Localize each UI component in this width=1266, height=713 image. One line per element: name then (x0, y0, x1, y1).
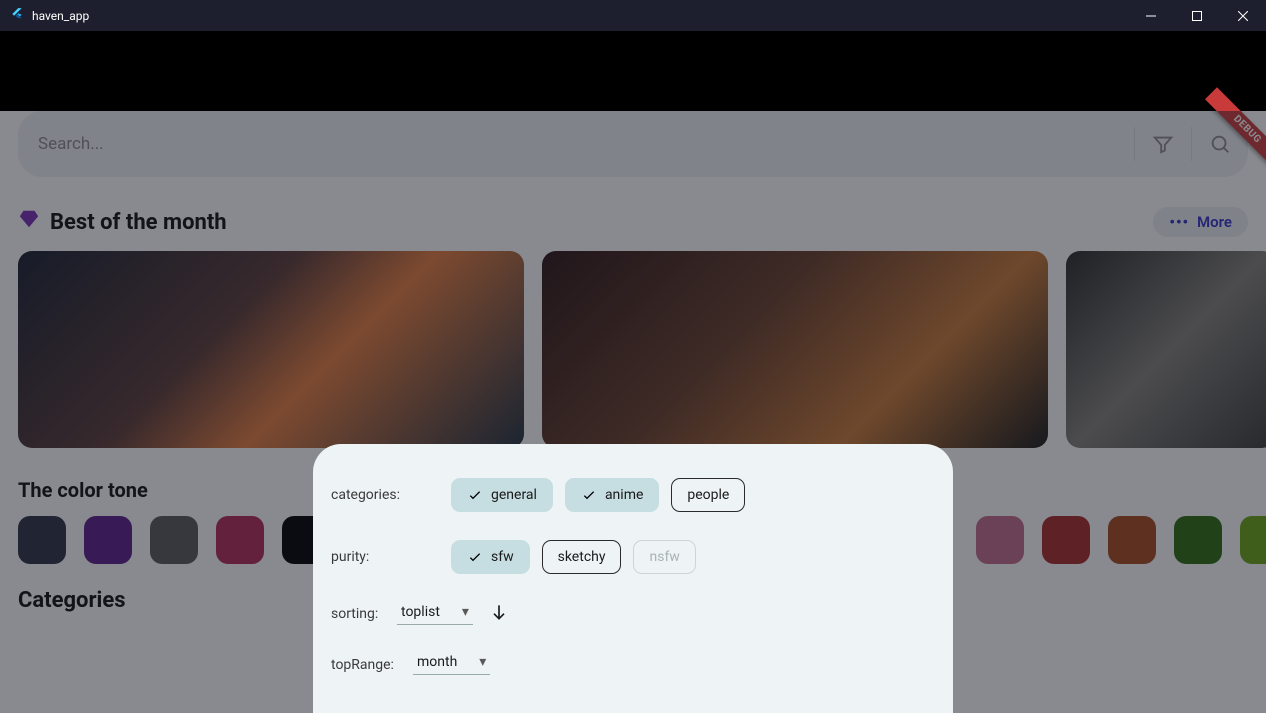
sorting-value: toplist (401, 604, 440, 620)
app-body: DEBUG (0, 111, 1266, 713)
chip-label: nsfw (649, 549, 679, 565)
chip-sketchy[interactable]: sketchy (542, 540, 622, 574)
chip-label: anime (605, 487, 643, 503)
window-title: haven_app (32, 9, 89, 23)
sorting-dropdown[interactable]: toplist ▾ (397, 604, 473, 625)
chip-general[interactable]: general (451, 478, 553, 512)
chip-label: people (687, 487, 729, 503)
caret-down-icon: ▾ (479, 654, 486, 670)
chip-nsfw: nsfw (633, 540, 695, 574)
check-icon (467, 549, 483, 565)
caret-down-icon: ▾ (462, 604, 469, 620)
top-range-label: topRange: (331, 657, 413, 673)
window-titlebar: haven_app (0, 0, 1266, 31)
chip-people[interactable]: people (671, 478, 745, 512)
window-close-button[interactable] (1220, 0, 1266, 31)
top-range-dropdown[interactable]: month ▾ (413, 654, 490, 675)
window-minimize-button[interactable] (1128, 0, 1174, 31)
flutter-logo-icon (10, 7, 24, 24)
check-icon (467, 487, 483, 503)
categories-label: categories: (331, 487, 451, 503)
purity-label: purity: (331, 549, 451, 565)
check-icon (581, 487, 597, 503)
window-maximize-button[interactable] (1174, 0, 1220, 31)
chip-anime[interactable]: anime (565, 478, 659, 512)
top-range-value: month (417, 654, 457, 670)
filter-dialog: categories: general anime people (313, 444, 953, 713)
chip-sfw[interactable]: sfw (451, 540, 530, 574)
sort-direction-icon[interactable] (489, 602, 509, 626)
modal-overlay[interactable]: categories: general anime people (0, 111, 1266, 713)
chip-label: general (491, 487, 537, 503)
chip-label: sketchy (558, 549, 606, 565)
chip-label: sfw (491, 549, 514, 565)
sorting-label: sorting: (331, 606, 397, 622)
